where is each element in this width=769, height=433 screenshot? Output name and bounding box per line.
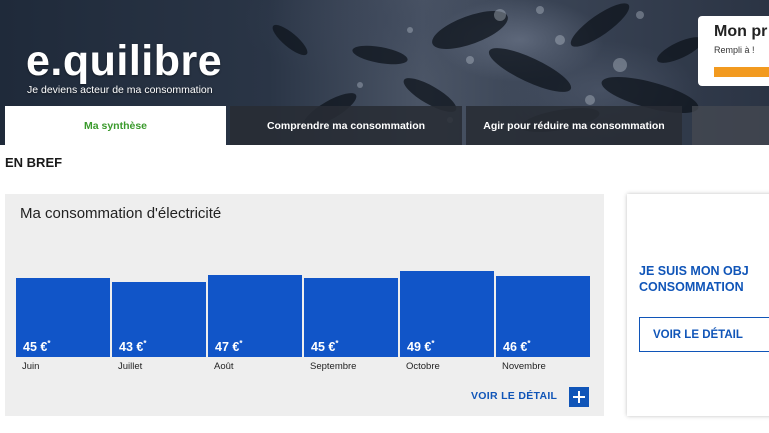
consumption-card: Ma consommation d'électricité 45 €* Juin 4… [5, 194, 604, 416]
plus-icon[interactable] [569, 387, 589, 407]
consumption-bar-septembre[interactable]: 45 €* [304, 278, 398, 357]
consumption-bar-août[interactable]: 47 €* [208, 275, 302, 357]
objective-card: JE SUIS MON OBJ CONSOMMATION VOIR LE DÉT… [627, 194, 769, 416]
bar-value-label: 43 €* [119, 339, 147, 354]
tab-more[interactable] [692, 106, 769, 145]
bar-value-label: 47 €* [215, 339, 243, 354]
profile-card-title: Mon pr [714, 23, 768, 40]
bar-month-label: Juillet [118, 361, 143, 372]
tab-ma-synthese[interactable]: Ma synthèse [5, 106, 226, 145]
objective-detail-button[interactable]: VOIR LE DÉTAIL [639, 317, 769, 352]
main-nav-tabs: Ma synthèse Comprendre ma consommation A… [0, 106, 769, 145]
profile-card-subtitle: Rempli à ! [714, 45, 755, 55]
bar-month-label: Octobre [406, 361, 440, 372]
site-logo[interactable]: e.quilibre [26, 40, 222, 83]
consumption-detail-link[interactable]: VOIR LE DÉTAIL [471, 390, 557, 402]
consumption-bar-juin[interactable]: 45 €* [16, 278, 110, 357]
bar-month-label: Août [214, 361, 234, 372]
objective-heading-line1: JE SUIS MON OBJ [639, 264, 749, 278]
profile-progress-bar [714, 67, 769, 77]
objective-card-heading: JE SUIS MON OBJ CONSOMMATION [639, 263, 769, 295]
site-tagline: Je deviens acteur de ma consommation [27, 84, 213, 96]
section-title-en-bref: EN BREF [5, 155, 63, 170]
profile-completion-card[interactable]: Mon pr Rempli à ! [698, 16, 769, 86]
consumption-bar-novembre[interactable]: 46 €* [496, 276, 590, 357]
bar-month-label: Novembre [502, 361, 546, 372]
bar-month-label: Septembre [310, 361, 357, 372]
objective-heading-line2: CONSOMMATION [639, 280, 744, 294]
bar-value-label: 45 €* [311, 339, 339, 354]
consumption-bar-juillet[interactable]: 43 €* [112, 282, 206, 357]
bar-value-label: 46 €* [503, 339, 531, 354]
tab-comprendre-ma-consommation[interactable]: Comprendre ma consommation [230, 106, 462, 145]
consumption-card-title: Ma consommation d'électricité [20, 205, 222, 222]
bar-value-label: 45 €* [23, 339, 51, 354]
bar-month-label: Juin [22, 361, 40, 372]
tab-agir-pour-reduire[interactable]: Agir pour réduire ma consommation [466, 106, 682, 145]
bar-value-label: 49 €* [407, 339, 435, 354]
consumption-bar-octobre[interactable]: 49 €* [400, 271, 494, 357]
site-header: e.quilibre Je deviens acteur de ma conso… [0, 0, 769, 145]
